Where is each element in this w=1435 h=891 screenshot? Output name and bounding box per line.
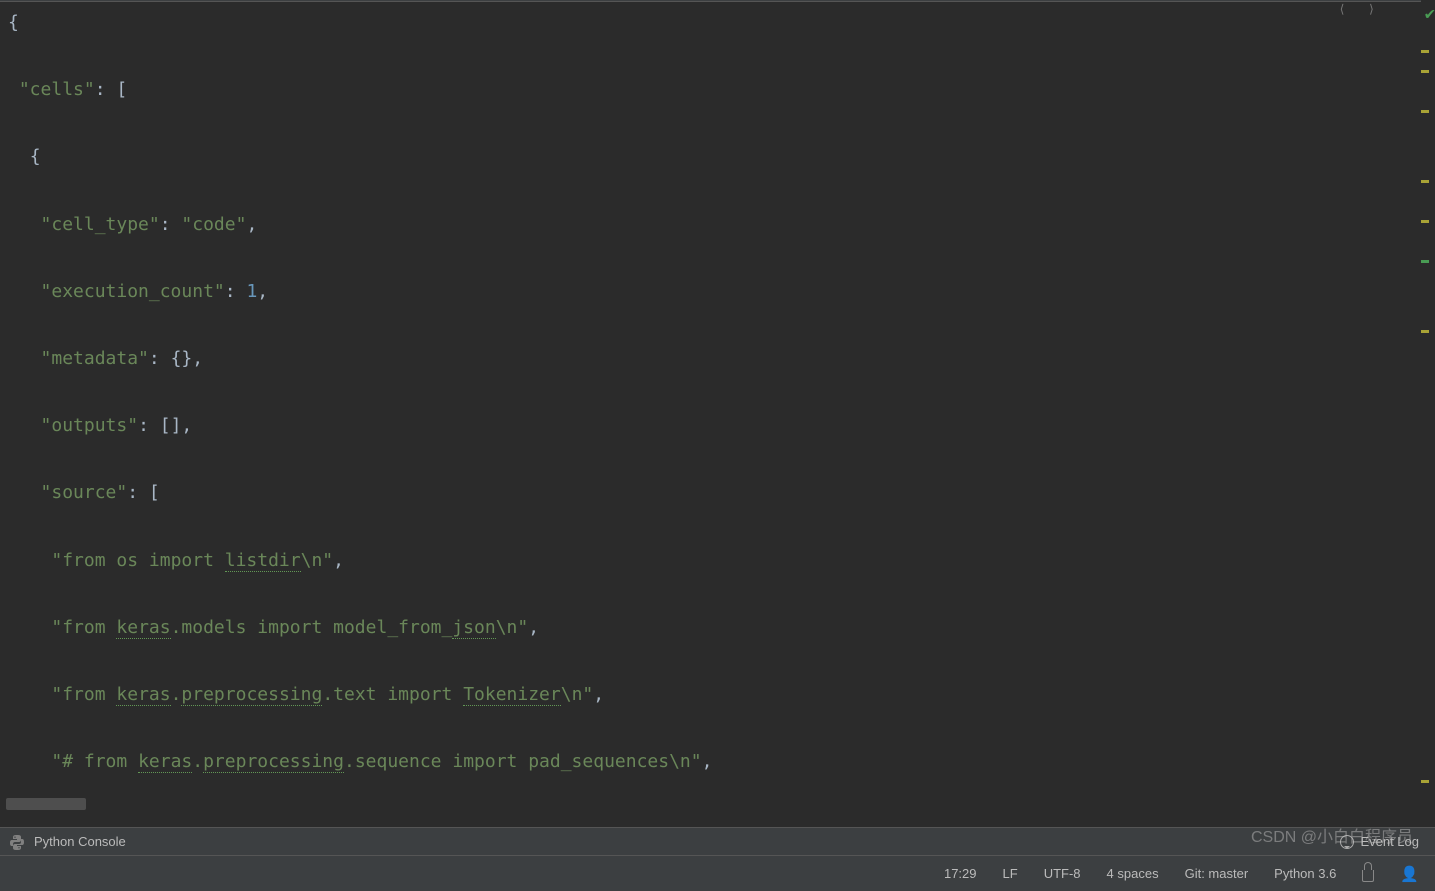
- code-line[interactable]: {: [8, 6, 1435, 40]
- line-separator[interactable]: LF: [1003, 866, 1018, 881]
- inspection-ok-icon: ✔: [1425, 4, 1435, 24]
- gutter-marker[interactable]: [1421, 180, 1429, 183]
- code-line[interactable]: "# from keras.preprocessing.sequence imp…: [8, 745, 1435, 779]
- gutter-marker[interactable]: [1421, 220, 1429, 223]
- code-line[interactable]: "from keras.preprocessing.text import To…: [8, 678, 1435, 712]
- gutter-marker[interactable]: [1421, 260, 1429, 263]
- code-line[interactable]: "cells": [: [8, 73, 1435, 107]
- editor-pane: ⟨ ⟩ { "cells": [ { "cell_type": "code", …: [0, 0, 1435, 810]
- file-encoding[interactable]: UTF-8: [1044, 866, 1081, 881]
- indent-setting[interactable]: 4 spaces: [1107, 866, 1159, 881]
- code-line[interactable]: "outputs": [],: [8, 409, 1435, 443]
- horizontal-scrollbar[interactable]: [6, 798, 86, 810]
- code-line[interactable]: "from keras.models import model_from_jso…: [8, 611, 1435, 645]
- code-line[interactable]: "metadata": {},: [8, 342, 1435, 376]
- gutter-marker[interactable]: [1421, 50, 1429, 53]
- gutter-marker[interactable]: [1421, 780, 1429, 783]
- code-line[interactable]: "from os import listdir\n",: [8, 544, 1435, 578]
- speech-bubble-icon: [1340, 835, 1354, 849]
- inspector-icon[interactable]: 👤: [1400, 865, 1419, 883]
- code-line[interactable]: "execution_count": 1,: [8, 275, 1435, 309]
- lock-icon[interactable]: [1362, 870, 1374, 882]
- inspection-gutter[interactable]: ✔: [1421, 0, 1435, 810]
- gutter-marker[interactable]: [1421, 330, 1429, 333]
- cursor-position[interactable]: 17:29: [944, 866, 977, 881]
- event-log-button[interactable]: Event Log: [1340, 834, 1419, 849]
- python-icon: [8, 833, 26, 851]
- python-interpreter[interactable]: Python 3.6: [1274, 866, 1336, 881]
- git-branch[interactable]: Git: master: [1185, 866, 1249, 881]
- gutter-marker[interactable]: [1421, 110, 1429, 113]
- gutter-marker[interactable]: [1421, 70, 1429, 73]
- status-bar: 17:29 LF UTF-8 4 spaces Git: master Pyth…: [0, 855, 1435, 891]
- python-console-tab[interactable]: Python Console: [34, 834, 126, 849]
- code-editor[interactable]: { "cells": [ { "cell_type": "code", "exe…: [0, 2, 1435, 810]
- code-line[interactable]: "cell_type": "code",: [8, 208, 1435, 242]
- tool-window-bar: Python Console Event Log: [0, 827, 1435, 855]
- event-log-label: Event Log: [1360, 834, 1419, 849]
- code-line[interactable]: "source": [: [8, 476, 1435, 510]
- code-line[interactable]: {: [8, 140, 1435, 174]
